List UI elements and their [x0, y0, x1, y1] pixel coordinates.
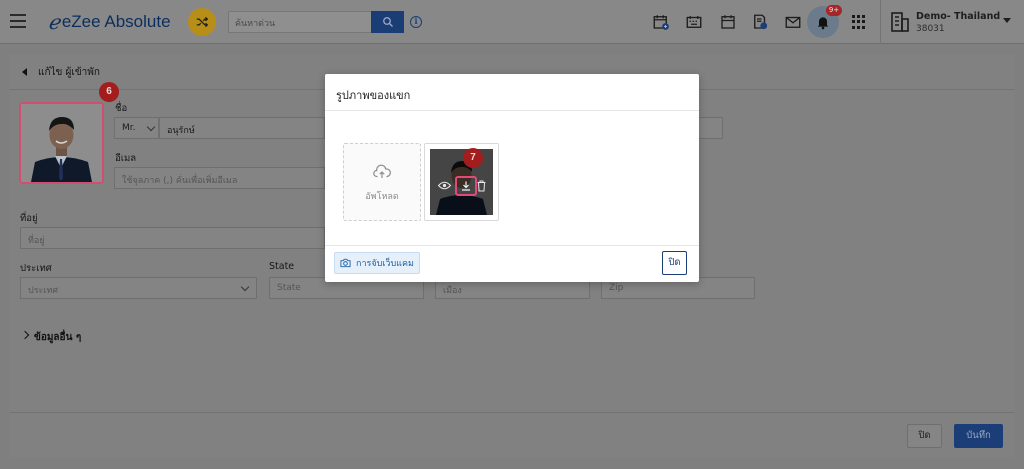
guest-avatar[interactable] — [19, 102, 104, 184]
modal-divider — [325, 110, 699, 111]
app-name: eZee Absolute — [61, 12, 171, 31]
shuffle-icon[interactable] — [188, 8, 216, 36]
country-select[interactable]: ประเทศ — [20, 277, 257, 299]
caret-down-icon[interactable] — [1003, 18, 1011, 23]
guest-photo-image — [21, 104, 102, 182]
search-button[interactable] — [371, 11, 404, 33]
photo-thumbnail[interactable] — [424, 143, 499, 221]
email-label: อีเมล — [115, 153, 137, 164]
top-bar: ℯ eZee Absolute ค้นหาด่วน i 9+ Demo- Tha… — [0, 0, 1024, 44]
hamburger-icon[interactable] — [10, 14, 26, 28]
close-button[interactable]: ปิด — [907, 424, 942, 448]
trash-icon[interactable] — [476, 180, 487, 192]
quick-search-input[interactable]: ค้นหาด่วน — [228, 11, 371, 33]
bell-icon — [817, 17, 829, 30]
step-badge-7: 7 — [463, 148, 483, 168]
notification-count-badge: 9+ — [826, 5, 842, 16]
camera-icon — [340, 258, 351, 268]
calendar-icon[interactable] — [719, 13, 737, 31]
country-label: ประเทศ — [20, 263, 52, 274]
photo-image — [430, 149, 493, 215]
modal-close-button[interactable]: ปิด — [662, 251, 687, 275]
eye-icon[interactable] — [438, 180, 451, 191]
upload-label: อัพโหลด — [365, 192, 399, 202]
first-name-field[interactable]: อนุรักษ์ — [159, 117, 325, 139]
footer-divider — [10, 412, 1014, 413]
guest-photo-modal: รูปภาพของแขก อัพโหลด 7 การจับเว็บแคม ปิด — [325, 74, 699, 282]
keyboard-icon[interactable] — [685, 13, 703, 31]
mail-icon[interactable] — [784, 13, 802, 31]
divider — [880, 0, 881, 44]
email-field[interactable]: ใช้จุลภาค (,) คั่นเพื่อเพิ่มอีเมล — [114, 167, 325, 189]
hotel-name[interactable]: Demo- Thailand — [916, 11, 1000, 22]
back-icon[interactable] — [22, 68, 27, 76]
info-icon[interactable]: i — [410, 16, 422, 28]
app-logo[interactable]: ℯ eZee Absolute — [48, 9, 171, 35]
page-title: แก้ไข ผู้เข้าพัก — [38, 67, 100, 78]
state-label: State — [269, 261, 295, 272]
modal-title: รูปภาพของแขก — [336, 89, 411, 102]
modal-divider — [325, 245, 699, 246]
step-badge-6: 6 — [99, 82, 119, 102]
cloud-upload-icon — [373, 164, 391, 178]
webcam-capture-button[interactable]: การจับเว็บแคม — [334, 252, 420, 274]
save-button[interactable]: บันทึก — [954, 424, 1003, 448]
invoice-icon[interactable] — [751, 13, 769, 31]
chevron-right-icon[interactable] — [20, 330, 30, 340]
more-info-toggle[interactable]: ข้อมูลอื่น ๆ — [34, 330, 81, 345]
hotel-building-icon — [891, 12, 909, 32]
upload-tile[interactable]: อัพโหลด — [343, 143, 421, 221]
address-field[interactable]: ที่อยู่ — [20, 227, 325, 249]
name-label: ชื่อ — [115, 103, 128, 114]
webcam-label: การจับเว็บแคม — [356, 259, 414, 269]
chevron-down-icon — [146, 122, 156, 132]
download-highlight — [455, 176, 477, 196]
salutation-select[interactable]: Mr. — [114, 117, 159, 139]
apps-grid-icon[interactable] — [852, 15, 866, 29]
hotel-id: 38031 — [916, 24, 945, 34]
calendar-add-icon[interactable] — [652, 13, 670, 31]
chevron-down-icon — [240, 282, 250, 292]
address-label: ที่อยู่ — [20, 213, 38, 224]
search-icon — [382, 17, 393, 27]
